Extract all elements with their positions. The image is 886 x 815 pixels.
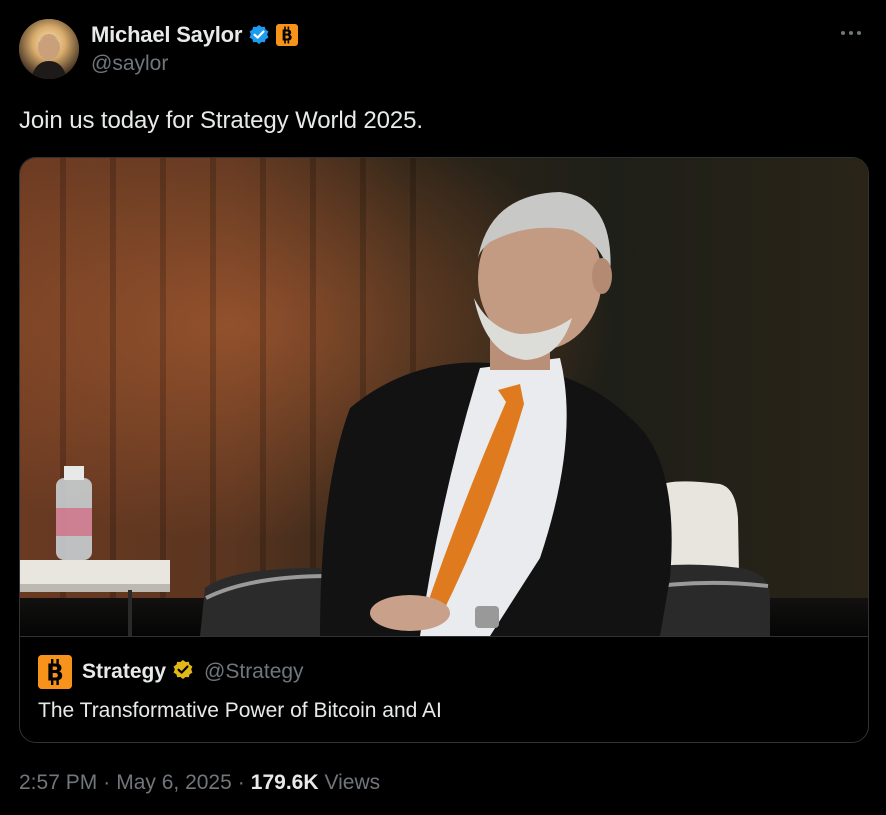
author-display-name[interactable]: Michael Saylor: [91, 22, 242, 48]
meta-separator: ·: [103, 771, 111, 794]
svg-text:B: B: [46, 661, 64, 687]
meta-separator: ·: [237, 771, 245, 794]
svg-text:B: B: [282, 27, 293, 45]
tweet-meta: 2:57 PM · May 6, 2025 · 179.6K Views: [19, 771, 380, 795]
views-count: 179.6K: [250, 771, 319, 794]
quoted-author-name[interactable]: Strategy: [82, 660, 166, 684]
quoted-author-row: B Strategy @Strategy: [38, 655, 304, 689]
post-date[interactable]: May 6, 2025: [116, 771, 232, 795]
bitcoin-badge-icon[interactable]: B: [276, 24, 299, 46]
gold-verified-badge-icon: [172, 659, 194, 686]
video-thumbnail-image: [20, 158, 868, 636]
quoted-post-footer: B Strategy @Strategy The Transformative …: [20, 636, 868, 742]
author-handle[interactable]: @saylor: [91, 52, 168, 76]
tweet: Michael Saylor B @saylor Join us today f…: [0, 0, 886, 815]
bitcoin-logo-icon[interactable]: B: [38, 655, 72, 689]
blue-verified-badge-icon: [248, 24, 270, 46]
quoted-post-media[interactable]: [20, 158, 868, 636]
quoted-post-text: The Transformative Power of Bitcoin and …: [38, 699, 442, 722]
profile-avatar[interactable]: [19, 19, 79, 79]
author-name-row: Michael Saylor B: [91, 21, 299, 49]
tweet-text: Join us today for Strategy World 2025.: [19, 107, 423, 134]
quoted-post-card[interactable]: B Strategy @Strategy The Transformative …: [19, 157, 869, 743]
more-horizontal-icon: [841, 31, 861, 35]
views-label: Views: [324, 771, 381, 794]
more-options-button[interactable]: [836, 18, 866, 48]
quoted-author-handle[interactable]: @Strategy: [204, 660, 304, 684]
post-time[interactable]: 2:57 PM: [19, 771, 97, 795]
